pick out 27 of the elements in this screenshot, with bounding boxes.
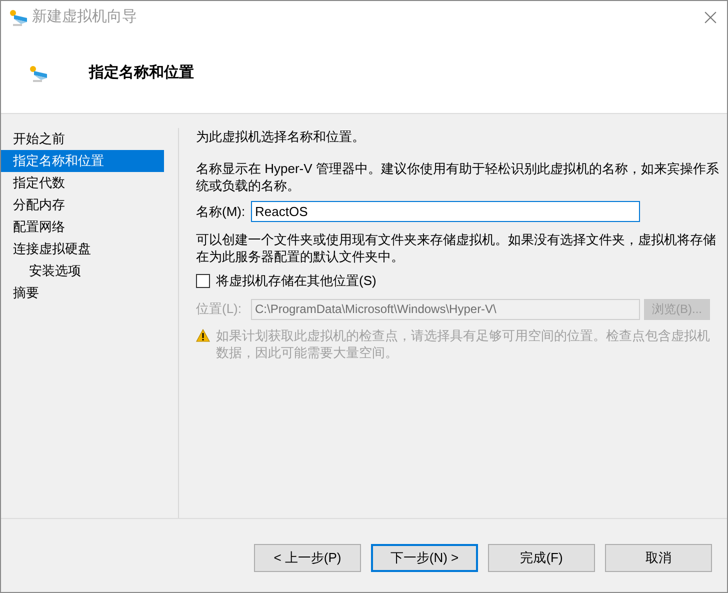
location-label: 位置(L): [196, 300, 242, 318]
window-icon [9, 8, 29, 26]
step-item[interactable]: 开始之前 [1, 128, 164, 150]
wizard-button[interactable]: 取消 [605, 544, 712, 572]
step-item[interactable]: 连接虚拟硬盘 [1, 238, 164, 260]
name-label: 名称(M): [196, 202, 246, 221]
warning-text: 如果计划获取此虚拟机的检查点，请选择具有足够可用空间的位置。检查点包含虚拟机数据，因此可能需要大量空间。 [216, 326, 711, 360]
name-field[interactable]: ReactOS [251, 201, 640, 222]
step-item[interactable]: 摘要 [1, 282, 164, 304]
store-elsewhere-label: 将虚拟机存储在其他位置(S) [216, 272, 376, 290]
step-item[interactable]: 分配内存 [1, 194, 164, 216]
step-item[interactable]: 指定名称和位置 [1, 150, 164, 172]
step-item[interactable]: 安装选项 [1, 260, 164, 282]
close-icon[interactable] [704, 11, 717, 24]
location-help-text: 可以创建一个文件夹或使用现有文件夹来存储虚拟机。如果没有选择文件夹，虚拟机将存储在为此服务器配置的默认文件夹中。 [196, 231, 716, 265]
window-title: 新建虚拟机向导 [32, 7, 137, 28]
wizard-button[interactable]: < 上一步(P) [254, 544, 361, 572]
wizard-button[interactable]: 下一步(N) > [371, 544, 478, 572]
step-item[interactable]: 配置网络 [1, 216, 164, 238]
page-heading: 指定名称和位置 [89, 63, 194, 84]
step-item[interactable]: 指定代数 [1, 172, 164, 194]
warning-icon [196, 328, 210, 342]
wizard-button[interactable]: 完成(F) [488, 544, 595, 572]
name-help-text: 名称显示在 Hyper-V 管理器中。建议你使用有助于轻松识别此虚拟机的名称，如来宾操作系统或负载的名称。 [196, 160, 720, 194]
store-elsewhere-checkbox[interactable] [196, 274, 210, 288]
intro-text: 为此虚拟机选择名称和位置。 [196, 128, 366, 146]
header-icon [29, 64, 49, 82]
